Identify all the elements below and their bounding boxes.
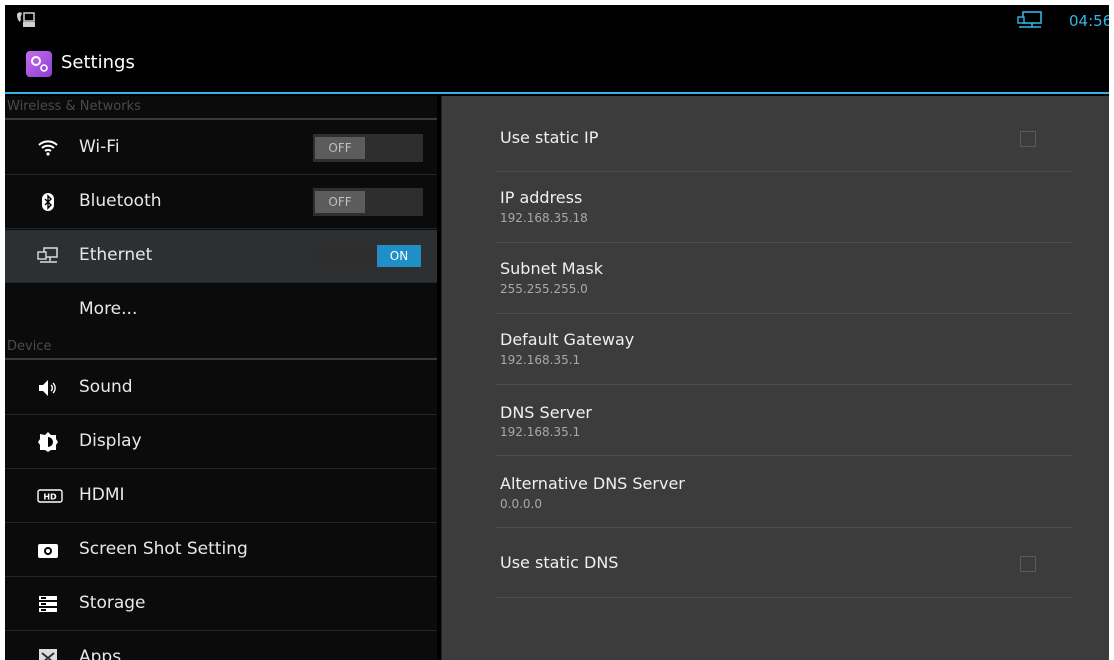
ethernet-settings-pane: Use static IP IP address 192.168.35.18 S… (441, 96, 1109, 660)
sidebar-item-label: Wi-Fi (79, 137, 120, 157)
wifi-icon (38, 140, 58, 156)
camera-icon (38, 544, 58, 558)
toggle-state: OFF (315, 137, 365, 159)
phone-ethernet-icon (17, 12, 35, 27)
sidebar-item-label: Sound (79, 377, 133, 397)
sidebar-item-display[interactable]: Display (5, 416, 437, 469)
sidebar-item-more[interactable]: More... (5, 284, 437, 334)
ethernet-toggle[interactable]: ON (313, 242, 423, 270)
row-title: Default Gateway (500, 330, 635, 349)
brightness-icon (38, 432, 58, 452)
ethernet-connected-icon (1017, 11, 1042, 28)
sidebar-item-label: HDMI (79, 485, 125, 505)
sidebar-item-label: Apps (79, 647, 122, 660)
sidebar-item-label: More... (79, 299, 138, 319)
row-value: 192.168.35.1 (500, 353, 581, 367)
svg-text:HD: HD (43, 493, 57, 502)
hdmi-icon: HD (37, 489, 63, 503)
storage-icon (39, 596, 57, 612)
sidebar-item-bluetooth[interactable]: Bluetooth OFF (5, 176, 437, 229)
row-title: Use static IP (500, 128, 599, 147)
settings-app-icon[interactable] (26, 51, 52, 77)
sidebar-item-apps[interactable]: Apps (5, 632, 437, 660)
ethernet-icon (37, 247, 58, 263)
row-title: Alternative DNS Server (500, 474, 685, 493)
ip-address-row[interactable]: IP address 192.168.35.18 (496, 172, 1072, 243)
category-wireless-networks: Wireless & Networks (5, 96, 437, 120)
bluetooth-toggle[interactable]: OFF (313, 188, 423, 216)
sidebar-item-label: Ethernet (79, 245, 153, 265)
row-title: DNS Server (500, 403, 592, 422)
sidebar-item-label: Storage (79, 593, 146, 613)
settings-sidebar: Wireless & Networks Wi-Fi OFF Bluetooth … (5, 96, 437, 660)
row-title: Use static DNS (500, 553, 619, 572)
dns-server-row[interactable]: DNS Server 192.168.35.1 (496, 385, 1072, 456)
row-value: 0.0.0.0 (500, 497, 542, 511)
row-title: Subnet Mask (500, 259, 604, 278)
row-title: IP address (500, 188, 583, 207)
bluetooth-icon (42, 193, 54, 211)
alternative-dns-server-row[interactable]: Alternative DNS Server 0.0.0.0 (496, 456, 1072, 528)
use-static-dns-checkbox[interactable] (1020, 556, 1036, 572)
row-value: 192.168.35.1 (500, 425, 581, 439)
use-static-ip-row[interactable]: Use static IP (496, 106, 1072, 172)
apps-icon (39, 649, 57, 660)
row-value: 255.255.255.0 (500, 282, 588, 296)
page-title: Settings (61, 52, 135, 73)
sidebar-item-screen-shot-setting[interactable]: Screen Shot Setting (5, 524, 437, 577)
wifi-toggle[interactable]: OFF (313, 134, 423, 162)
toggle-state: ON (377, 245, 421, 267)
clock: 04:56 (1069, 12, 1109, 30)
sidebar-item-label: Display (79, 431, 142, 451)
speaker-icon (39, 380, 56, 396)
device-screen: 04:56 Settings Wireless & Networks Wi-Fi… (5, 5, 1109, 660)
sidebar-item-storage[interactable]: Storage (5, 578, 437, 631)
sidebar-item-label: Bluetooth (79, 191, 162, 211)
sidebar-item-sound[interactable]: Sound (5, 362, 437, 415)
subnet-mask-row[interactable]: Subnet Mask 255.255.255.0 (496, 243, 1072, 314)
sidebar-item-hdmi[interactable]: HD HDMI (5, 470, 437, 523)
default-gateway-row[interactable]: Default Gateway 192.168.35.1 (496, 314, 1072, 385)
status-bar: 04:56 (5, 5, 1109, 38)
sidebar-item-label: Screen Shot Setting (79, 539, 248, 559)
action-bar: Settings (5, 38, 1109, 94)
use-static-dns-row[interactable]: Use static DNS (496, 528, 1072, 598)
sidebar-item-wifi[interactable]: Wi-Fi OFF (5, 122, 437, 175)
use-static-ip-checkbox[interactable] (1020, 131, 1036, 147)
sidebar-item-ethernet[interactable]: Ethernet ON (5, 230, 437, 283)
category-device: Device (5, 336, 437, 360)
toggle-state: OFF (315, 191, 365, 213)
row-value: 192.168.35.18 (500, 211, 588, 225)
